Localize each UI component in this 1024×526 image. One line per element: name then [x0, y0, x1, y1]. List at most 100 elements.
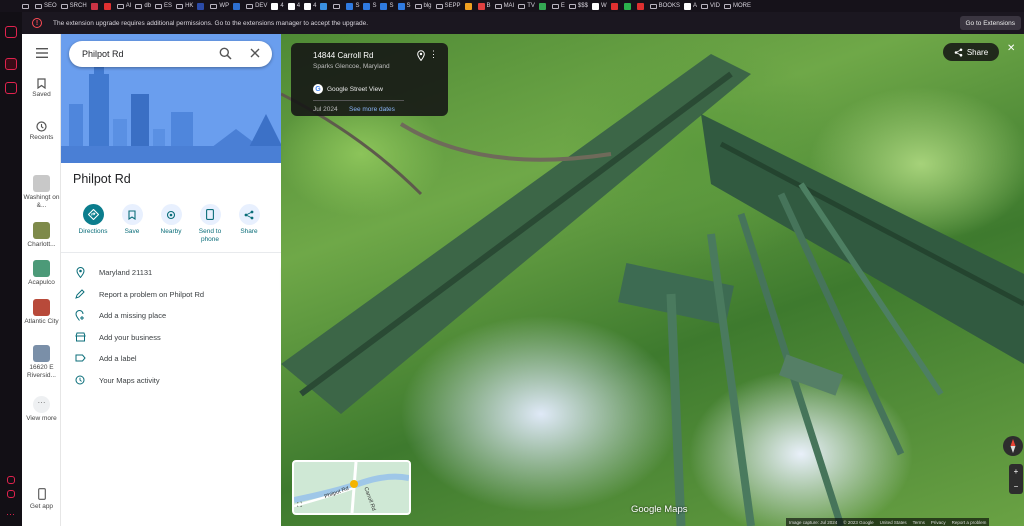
bookmark-item[interactable] [538, 2, 548, 10]
share-button[interactable]: Share [229, 204, 269, 236]
favicon-icon [636, 2, 644, 10]
recent-item[interactable]: Washingt on &... [22, 175, 61, 209]
bookmark-item[interactable]: ES [155, 3, 172, 9]
see-more-dates-link[interactable]: See more dates [349, 106, 395, 113]
search-input[interactable] [82, 49, 212, 59]
pencil-icon [73, 289, 87, 299]
bookmark-item[interactable]: W [591, 2, 607, 10]
zoom-out-button[interactable]: − [1009, 479, 1023, 494]
attribution-item[interactable]: Privacy [931, 520, 946, 525]
bookmark-item[interactable] [636, 2, 646, 10]
close-street-view-icon[interactable]: ✕ [1007, 43, 1015, 54]
add-business-row[interactable]: Add your business [73, 330, 273, 344]
bookmark-item[interactable]: BOOKS [649, 3, 680, 9]
bookmark-item[interactable]: VID [700, 3, 720, 9]
saved-button[interactable]: Saved [22, 78, 61, 99]
history-icon[interactable] [7, 490, 15, 498]
folder-icon [414, 3, 422, 9]
bookmark-item[interactable]: MAI [494, 3, 515, 9]
maps-activity-row[interactable]: Your Maps activity [73, 373, 273, 387]
bookmark-item[interactable]: E [551, 3, 565, 9]
detail-text: Add your business [99, 332, 161, 342]
close-icon[interactable] [249, 47, 261, 59]
bookmark-item[interactable]: 4 [271, 2, 284, 10]
get-app-button[interactable]: Get app [22, 488, 61, 510]
bookmark-item[interactable]: S [363, 2, 377, 10]
more-options-icon[interactable]: ⋮ [429, 50, 438, 59]
panel-icon[interactable] [5, 82, 17, 94]
bookmark-label: BOOKS [658, 3, 680, 9]
bookmark-item[interactable] [333, 3, 342, 9]
bookmark-item[interactable]: SRCH [60, 3, 87, 9]
expand-icon[interactable]: ⛶ [297, 501, 306, 510]
recent-item[interactable]: Acapulco [22, 260, 61, 287]
bookmark-item[interactable]: MORE [723, 3, 751, 9]
recent-item[interactable]: 16620 E Riversid... [22, 345, 61, 379]
workspace-icon[interactable] [5, 26, 17, 38]
favicon-icon [477, 2, 485, 10]
minimap[interactable]: Philpot Rd Carroll Rd ⛶ [292, 460, 411, 515]
recent-item[interactable]: Atlantic City [22, 299, 61, 326]
bookmark-item[interactable]: 4 [287, 2, 300, 10]
bookmark-item[interactable]: WP [210, 3, 229, 9]
search-box[interactable] [69, 41, 272, 67]
bookmark-icon [37, 78, 46, 90]
place-panel: Philpot Rd Directions Save Nearby Send to p… [61, 34, 281, 526]
bookmark-item[interactable]: B [477, 2, 491, 10]
bookmark-item[interactable]: $$$ [568, 3, 588, 9]
bookmark-item[interactable]: S [380, 2, 394, 10]
search-icon[interactable] [219, 47, 232, 60]
share-button[interactable]: Share [943, 43, 999, 61]
add-missing-place-row[interactable]: Add a missing place [73, 308, 273, 322]
nearby-button[interactable]: Nearby [151, 204, 191, 236]
bookmark-item[interactable] [610, 2, 620, 10]
recent-item[interactable]: Charlott... [22, 222, 61, 249]
bookmark-item[interactable]: HK [176, 3, 193, 9]
attribution-item[interactable]: Report a problem [952, 520, 987, 525]
bookmark-item[interactable]: 4 [304, 2, 316, 10]
favicon-icon [287, 2, 295, 10]
bookmark-item[interactable] [464, 2, 474, 10]
zoom-in-button[interactable]: + [1009, 464, 1023, 479]
bookmark-item[interactable]: S [346, 2, 359, 10]
bookmark-item[interactable]: A [683, 2, 697, 10]
street-view[interactable]: 14844 Carroll Rd Sparks Glencoe, Marylan… [281, 34, 1024, 526]
bookmark-item[interactable] [103, 2, 113, 10]
report-problem-row[interactable]: Report a problem on Philpot Rd [73, 287, 273, 301]
bookmark-label: S [372, 3, 377, 9]
bookmark-item[interactable] [22, 3, 31, 9]
maps-nav: Saved Recents ··· View more Washingt on … [22, 34, 61, 526]
compass-icon[interactable] [1003, 436, 1023, 456]
bookmark-item[interactable]: db [135, 3, 151, 9]
bookmark-item[interactable]: SEO [35, 3, 57, 9]
bookmarks-bar: SEO SRCH AI db ES HK WP DEV 4 4 4 S S S Sblg SEPP B MAI TV… [0, 0, 1024, 12]
directions-button[interactable]: Directions [73, 204, 113, 236]
attribution-item[interactable]: Terms [913, 520, 925, 525]
view-more-button[interactable]: ··· View more [22, 396, 61, 423]
bookmark-item[interactable] [320, 2, 329, 10]
bookmark-item[interactable]: TV [518, 3, 535, 9]
bookmark-item[interactable] [623, 2, 633, 10]
send-to-phone-button[interactable]: Send to phone [190, 204, 230, 244]
add-label-row[interactable]: Add a label [73, 351, 273, 365]
menu-button[interactable] [22, 48, 61, 60]
recent-label: Washingt on &... [23, 194, 60, 209]
home-icon[interactable] [5, 58, 17, 70]
bookmark-item[interactable] [90, 2, 100, 10]
settings-icon[interactable] [7, 476, 15, 484]
location-pin-icon[interactable] [417, 50, 425, 61]
zoom-control: + − [1009, 464, 1023, 494]
bookmark-item[interactable]: S [397, 2, 411, 10]
more-icon[interactable]: ⋯ [6, 509, 15, 520]
bookmark-item[interactable] [197, 2, 206, 10]
bookmark-item[interactable]: DEV [246, 3, 267, 9]
save-button[interactable]: Save [112, 204, 152, 236]
folder-icon [60, 3, 68, 9]
bookmark-label: MAI [503, 3, 515, 9]
bookmark-item[interactable]: blg [414, 3, 432, 9]
recents-button[interactable]: Recents [22, 121, 61, 142]
bookmark-item[interactable]: AI [116, 3, 131, 9]
bookmark-item[interactable]: SEPP [435, 3, 461, 9]
bookmark-item[interactable] [233, 2, 242, 10]
go-to-extensions-button[interactable]: Go to Extensions [959, 16, 1021, 30]
